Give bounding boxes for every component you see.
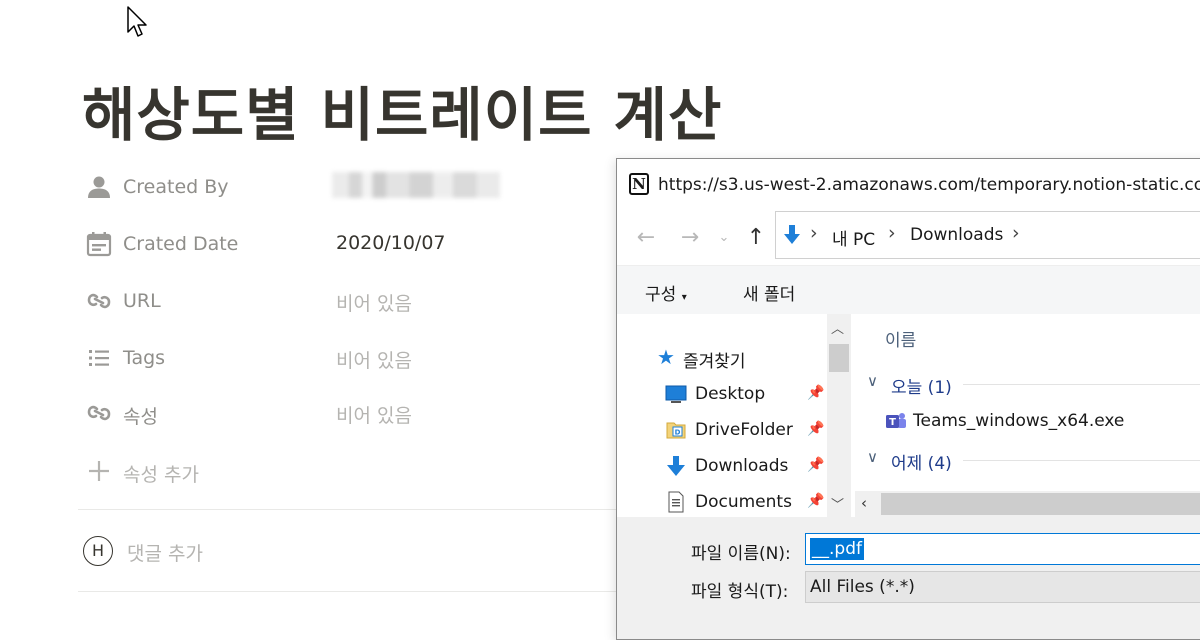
file-row[interactable]: T Teams_windows_x64.exe [885,408,1200,434]
pin-icon[interactable]: 📌 [807,457,824,473]
scroll-up-arrow-icon[interactable]: ︿ [831,318,844,337]
property-name: Created By [123,176,229,198]
downloads-arrow-icon [667,456,685,476]
person-icon [88,176,110,198]
save-file-dialog: N https://s3.us-west-2.amazonaws.com/tem… [616,158,1200,640]
downloads-arrow-icon [784,225,800,244]
divider [963,460,1200,461]
filetype-select[interactable]: All Files (*.*) [805,571,1200,603]
svg-text:D: D [675,429,681,437]
svg-text:T: T [889,417,896,428]
filetype-value: All Files (*.*) [810,577,915,597]
property-name: Tags [123,347,166,369]
organize-button[interactable]: 구성 ▾ [645,280,687,305]
dialog-toolbar: 구성 ▾ 새 폴더 [617,265,1200,314]
property-url[interactable]: URL 비어 있음 [86,286,606,316]
filename-label: 파일 이름(N): [691,544,791,564]
filetype-label: 파일 형식(T): [691,582,789,602]
scrollbar-thumb[interactable] [829,344,849,372]
document-icon [668,491,684,513]
property-name: 속성 [123,406,158,428]
up-arrow-icon[interactable]: ↑ [743,225,769,251]
add-property-label: 속성 추가 [123,464,199,486]
pin-icon[interactable]: 📌 [807,493,824,509]
chevron-right-icon: › [888,222,896,244]
group-today[interactable]: ∨ 오늘 (1) [867,372,1200,398]
comment-placeholder[interactable]: 댓글 추가 [127,539,203,566]
file-list: 이름 ∨ 오늘 (1) ∨ 어제 (4) T Teams_windows_x64… [855,314,1200,517]
column-header-name[interactable]: 이름 [885,326,916,351]
new-folder-button[interactable]: 새 폴더 [743,280,795,305]
list-icon [89,350,109,366]
tree-label: Documents [695,492,792,512]
tree-item-documents[interactable]: Documents 📌 [665,487,825,517]
nav-scrollbar[interactable]: ︿ ﹀ [827,314,851,517]
group-yesterday[interactable]: ∨ 어제 (4) [867,448,1200,474]
tree-item-desktop[interactable]: Desktop 📌 [665,379,825,409]
property-value[interactable]: 2020/10/07 [336,232,446,254]
mouse-cursor-icon [127,6,147,37]
add-property-button[interactable]: 속성 추가 [86,456,386,486]
tree-quick-access[interactable]: ★ 즐겨찾기 [657,342,817,372]
property-custom[interactable]: 속성 비어 있음 [86,398,606,428]
file-list-hscrollbar[interactable]: ‹ [855,491,1200,517]
dialog-titlebar: N https://s3.us-west-2.amazonaws.com/tem… [617,159,1200,211]
teams-icon: T [886,413,906,428]
calendar-icon [86,232,112,257]
address-bar[interactable]: › 내 PC › Downloads › [775,211,1200,259]
tree-label: 즐겨찾기 [683,352,746,372]
property-created-by[interactable]: Created By [86,172,606,202]
navigation-pane: ★ 즐겨찾기 Desktop 📌 D DriveFolder 📌 Downloa… [617,314,827,517]
blurred-user-name [332,172,500,198]
tree-label: Desktop [695,384,766,404]
scroll-left-arrow-icon[interactable]: ‹ [861,494,867,512]
notion-logo-icon: N [629,173,649,195]
avatar: H [83,536,113,566]
breadcrumb-this-pc[interactable]: 내 PC [832,225,875,250]
breadcrumb-downloads[interactable]: Downloads [910,225,1003,245]
group-label: 오늘 (1) [891,378,952,398]
file-name: Teams_windows_x64.exe [913,411,1125,431]
folder-icon: D [666,422,686,439]
property-tags[interactable]: Tags 비어 있음 [86,343,606,373]
dialog-bottom-panel: 파일 이름(N): __.pdf 파일 형식(T): All Files (*.… [617,517,1200,639]
filename-selected-text[interactable]: __.pdf [810,538,864,560]
chevron-right-icon: › [1012,222,1020,244]
star-icon: ★ [657,345,675,369]
link-icon [87,293,111,309]
property-value[interactable]: 비어 있음 [336,346,412,373]
pin-icon[interactable]: 📌 [807,385,824,401]
add-comment[interactable]: H 댓글 추가 [83,536,483,568]
scrollbar-thumb[interactable] [881,493,1200,515]
chevron-down-icon: ∨ [867,448,878,466]
property-crated-date[interactable]: Crated Date 2020/10/07 [86,229,606,259]
forward-arrow-icon[interactable]: → [677,225,703,251]
page-title[interactable]: 해상도별 비트레이트 계산 [82,68,722,152]
property-value[interactable]: 비어 있음 [336,401,412,428]
pin-icon[interactable]: 📌 [807,421,824,437]
tree-label: DriveFolder [695,420,793,440]
divider [78,509,618,510]
chevron-down-icon: ∨ [867,372,878,390]
back-arrow-icon[interactable]: ← [633,225,659,251]
property-name: URL [123,290,161,312]
navigation-bar: ← → ⌄ ↑ › 내 PC › Downloads › [617,211,1200,263]
property-name: Crated Date [123,233,239,255]
link-icon [87,405,111,421]
tree-item-downloads[interactable]: Downloads 📌 [665,451,825,481]
filename-input[interactable]: __.pdf [805,533,1200,565]
tree-item-drivefolder[interactable]: D DriveFolder 📌 [665,415,825,445]
recent-chevron-icon[interactable]: ⌄ [715,225,733,251]
property-value[interactable]: 비어 있음 [336,289,412,316]
tree-label: Downloads [695,456,789,476]
desktop-icon [665,385,687,403]
dialog-title: https://s3.us-west-2.amazonaws.com/tempo… [658,175,1200,195]
scroll-down-arrow-icon[interactable]: ﹀ [831,494,844,513]
divider [963,384,1200,385]
chevron-right-icon: › [810,222,818,244]
plus-icon [89,461,109,481]
divider [78,591,618,592]
group-label: 어제 (4) [891,454,952,474]
